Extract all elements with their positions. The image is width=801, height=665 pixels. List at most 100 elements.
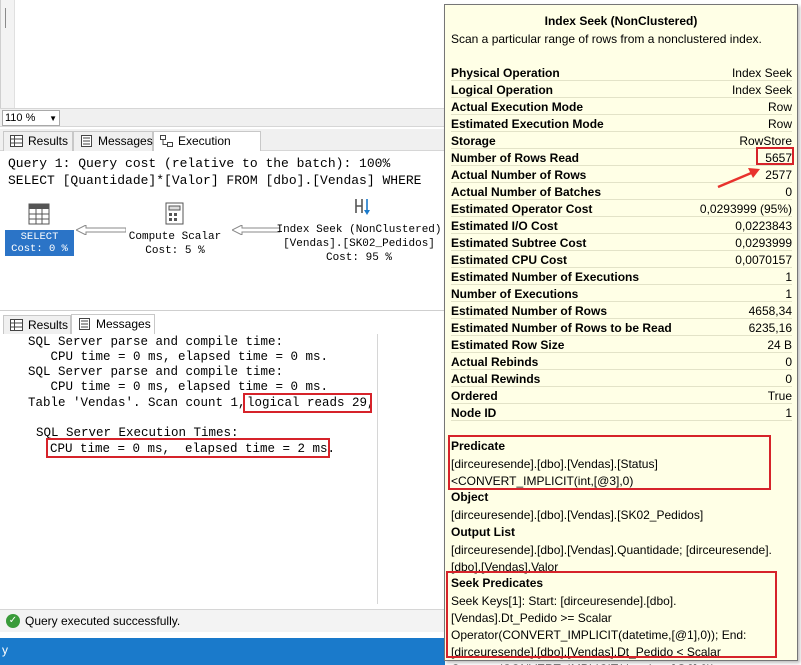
property-row: Estimated Number of Rows to be Read 6235,…	[451, 319, 792, 336]
zoom-select[interactable]: 110 % ▼	[2, 110, 60, 126]
property-key: Estimated Operator Cost	[451, 202, 593, 216]
grid-icon	[10, 135, 23, 147]
property-key: Estimated Number of Executions	[451, 270, 640, 284]
tooltip-properties: Physical Operation Index Seek Logical Oper…	[451, 64, 792, 421]
property-row: Estimated CPU Cost 0,0070157	[451, 251, 792, 268]
rows-read-highlight	[756, 147, 794, 165]
grid-icon	[10, 319, 23, 331]
property-value: Index Seek	[731, 66, 792, 80]
output-list-title: Output List	[451, 525, 515, 539]
app-status-strip: y	[0, 638, 445, 665]
property-key: Physical Operation	[451, 66, 560, 80]
property-row: Estimated Row Size 24 B	[451, 336, 792, 353]
property-key: Actual Rewinds	[451, 372, 541, 386]
tab-results[interactable]: Results	[3, 131, 73, 151]
message-line: SQL Server parse and compile time:	[28, 365, 284, 379]
app-status-text: y	[2, 643, 8, 657]
index-seek-icon[interactable]	[352, 196, 374, 218]
arrow-icon	[717, 168, 760, 189]
message-line: CPU time = 0 ms, elapsed time = 0 ms.	[28, 380, 329, 394]
property-key: Actual Number of Batches	[451, 185, 602, 199]
messages-pane[interactable]: SQL Server parse and compile time: CPU t…	[0, 334, 378, 604]
property-key: Logical Operation	[451, 83, 554, 97]
property-key: Estimated I/O Cost	[451, 219, 558, 233]
property-key: Estimated Subtree Cost	[451, 236, 587, 250]
property-value: 0	[785, 185, 792, 199]
property-key: Estimated Execution Mode	[451, 117, 604, 131]
property-value: True	[767, 389, 792, 403]
property-row: Estimated Number of Executions 1	[451, 268, 792, 285]
message-line: Table 'Vendas'. Scan count 1,	[28, 396, 246, 410]
property-row: Estimated Execution Mode Row	[451, 115, 792, 132]
property-value: 6235,16	[748, 321, 792, 335]
property-value: RowStore	[739, 134, 792, 148]
property-value: Row	[767, 100, 792, 114]
tab-messages-2[interactable]: Messages	[71, 314, 155, 335]
property-key: Actual Number of Rows	[451, 168, 587, 182]
property-value: 4658,34	[748, 304, 792, 318]
seek-node-name: Index Seek (NonClustered)	[276, 224, 442, 236]
operator-tooltip: Index Seek (NonClustered) Scan a particu…	[444, 4, 798, 665]
object-text: [dirceuresende].[dbo].[Vendas].[SK02_Ped…	[451, 508, 704, 522]
property-key: Estimated Number of Rows	[451, 304, 608, 318]
property-row: Actual Rebinds 0	[451, 353, 792, 370]
property-row: Storage RowStore	[451, 132, 792, 149]
property-key: Number of Executions	[451, 287, 579, 301]
predicate-highlight	[448, 435, 771, 490]
messages-icon	[79, 318, 90, 330]
property-row: Ordered True	[451, 387, 792, 404]
messages-icon	[81, 135, 92, 147]
status-text: Query executed successfully.	[25, 614, 181, 628]
tab-messages-2-label: Messages	[96, 317, 151, 331]
check-icon: ✓	[6, 614, 20, 628]
property-value: Row	[767, 117, 792, 131]
tooltip-title: Index Seek (NonClustered)	[544, 14, 698, 28]
query-cost-header: Query 1: Query cost (relative to the bat…	[8, 156, 391, 171]
property-key: Estimated Number of Rows to be Read	[451, 321, 672, 335]
compute-scalar-icon[interactable]	[162, 202, 188, 226]
property-row: Actual Execution Mode Row	[451, 98, 792, 115]
chevron-down-icon: ▼	[49, 114, 57, 123]
property-row: Actual Rewinds 0	[451, 370, 792, 387]
property-value: 0	[785, 355, 792, 369]
property-value: 1	[785, 406, 792, 420]
tooltip-description: Scan a particular range of rows from a n…	[451, 32, 762, 46]
compute-node-cost: Cost: 5 %	[145, 245, 205, 257]
tab-results-2[interactable]: Results	[3, 315, 71, 335]
seek-predicates-highlight	[446, 571, 777, 658]
property-key: Actual Execution Mode	[451, 100, 584, 114]
property-row: Estimated Subtree Cost 0,0293999	[451, 234, 792, 251]
property-key: Storage	[451, 134, 496, 148]
tab-execution-plan[interactable]: Execution plan	[153, 131, 261, 166]
zoom-bar: 110 % ▼	[0, 108, 445, 127]
property-row: Number of Executions 1	[451, 285, 792, 302]
property-value: 0,0293999 (95%)	[699, 202, 792, 216]
seek-node-object: [Vendas].[SK02_Pedidos]	[283, 238, 435, 250]
status-bar: ✓ Query executed successfully.	[0, 609, 445, 632]
property-value: 2577	[765, 168, 792, 182]
message-line: SQL Server parse and compile time:	[28, 335, 284, 349]
tab-results-2-label: Results	[28, 318, 69, 332]
object-title: Object	[451, 490, 489, 504]
select-node-name: SELECT	[20, 231, 59, 243]
property-value: 1	[785, 270, 792, 284]
select-node-label[interactable]: SELECT Cost: 0 %	[5, 230, 74, 256]
property-value: Index Seek	[731, 83, 792, 97]
property-key: Estimated CPU Cost	[451, 253, 568, 267]
select-node-cost: Cost: 0 %	[11, 243, 68, 255]
property-key: Estimated Row Size	[451, 338, 565, 352]
select-node-icon[interactable]	[28, 203, 50, 225]
property-row: Estimated Number of Rows 4658,34	[451, 302, 792, 319]
property-value: 0,0223843	[735, 219, 792, 233]
property-value: 0,0070157	[735, 253, 792, 267]
property-key: Number of Rows Read	[451, 151, 580, 165]
tab-messages[interactable]: Messages	[73, 131, 153, 151]
tab-messages-label: Messages	[98, 134, 153, 148]
property-row: Logical Operation Index Seek	[451, 81, 792, 98]
property-value: 0	[785, 372, 792, 386]
query-editor[interactable]	[0, 0, 445, 108]
property-value: 24 B	[767, 338, 792, 352]
tab-results-label: Results	[28, 134, 69, 148]
query-text: SELECT [Quantidade]*[Valor] FROM [dbo].[…	[8, 173, 422, 188]
messages-tabbar: Results Messages	[0, 312, 378, 335]
